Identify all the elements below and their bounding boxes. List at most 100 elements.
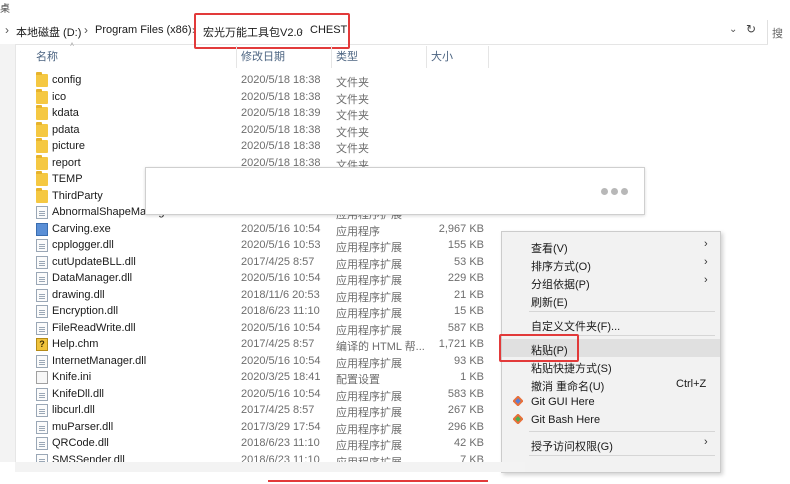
file-row[interactable]: muParser.dll 2017/3/29 17:54 应用程序扩展 296 KB	[32, 420, 490, 436]
file-type: 应用程序扩展	[336, 390, 402, 403]
file-type: 应用程序扩展	[336, 242, 402, 254]
file-row[interactable]: drawing.dll 2018/11/6 20:53 应用程序扩展 21 KB	[32, 288, 490, 304]
menu-item-view[interactable]: 查看(V) ›	[502, 237, 720, 255]
file-row[interactable]: InternetManager.dll 2020/5/16 10:54 应用程序扩展…	[32, 354, 490, 370]
file-type: 应用程序扩展	[336, 308, 402, 320]
file-row[interactable]: Encryption.dll 2018/6/23 11:10 应用程序扩展 15 KB	[32, 304, 490, 320]
menu-item-group-by[interactable]: 分组依据(P) ›	[502, 273, 720, 291]
file-row[interactable]: DataManager.dll 2020/5/16 10:54 应用程序扩展 229 …	[32, 271, 490, 287]
file-name: drawing.dll	[52, 288, 105, 301]
menu-item-git-bash[interactable]: Git Bash Here	[502, 411, 720, 429]
column-header-size[interactable]: 大小	[431, 46, 453, 68]
column-divider[interactable]	[236, 46, 237, 68]
sort-caret-icon: ˄	[70, 42, 75, 49]
menu-item-customize-folder[interactable]: 自定义文件夹(F)...	[502, 315, 720, 333]
file-date: 2020/5/18 18:38	[241, 74, 321, 86]
file-date: 2020/5/16 10:53	[241, 239, 321, 251]
folder-icon	[36, 154, 48, 170]
chevron-right-icon[interactable]: ›	[5, 23, 9, 37]
window-title-fragment: 桌	[0, 4, 10, 15]
file-name: InternetManager.dll	[52, 354, 147, 367]
breadcrumb-program-files[interactable]: Program Files (x86)	[95, 24, 192, 36]
chevron-right-icon: ›	[704, 256, 708, 268]
column-divider[interactable]	[488, 46, 489, 68]
dll-file-icon	[36, 239, 48, 252]
file-row[interactable]: QRCode.dll 2018/6/23 11:10 应用程序扩展 42 KB	[32, 436, 490, 452]
file-name: libcurl.dll	[52, 404, 95, 416]
address-bar[interactable]: › 本地磁盘 (D:) › Program Files (x86) › 宏光万能…	[0, 20, 768, 45]
file-row[interactable]: KnifeDll.dll 2020/5/16 10:54 应用程序扩展 583 KB	[32, 387, 490, 403]
dll-file-icon	[36, 420, 48, 434]
file-date: 2017/3/29 17:54	[241, 420, 321, 433]
search-box[interactable]: 搜	[767, 20, 790, 44]
file-row[interactable]: ico 2020/5/18 18:38 文件夹	[32, 88, 490, 106]
column-divider[interactable]	[426, 46, 427, 68]
menu-item-refresh[interactable]: 刷新(E)	[502, 291, 720, 309]
file-row[interactable]: pdata 2020/5/18 18:38 文件夹	[32, 121, 490, 139]
menu-item-label: 刷新(E)	[531, 297, 568, 309]
folder-icon	[36, 121, 48, 137]
column-header-name[interactable]: 名称	[36, 46, 58, 68]
dll-file-icon	[36, 404, 48, 417]
menu-item-undo-rename[interactable]: 撤消 重命名(U) Ctrl+Z	[502, 375, 720, 393]
file-type: 应用程序扩展	[336, 407, 402, 419]
menu-item-label: 粘贴快捷方式(S)	[531, 363, 612, 375]
file-name: cpplogger.dll	[52, 239, 114, 251]
menu-item-git-gui[interactable]: Git GUI Here	[502, 393, 720, 411]
file-type: 应用程序扩展	[336, 258, 402, 271]
file-name: muParser.dll	[52, 420, 114, 433]
file-name: TEMP	[52, 173, 83, 185]
menu-item-sort-by[interactable]: 排序方式(O) ›	[502, 255, 720, 273]
file-name: Knife.ini	[52, 371, 92, 383]
file-size: 155 KB	[447, 239, 484, 251]
git-gui-icon	[513, 396, 523, 406]
file-date: 2020/3/25 18:41	[241, 371, 321, 383]
file-size: 15 KB	[454, 305, 484, 317]
menu-item-give-access[interactable]: 授予访问权限(G) ›	[502, 435, 720, 453]
dll-file-icon	[36, 272, 48, 285]
menu-item-partial[interactable]	[502, 459, 720, 472]
chevron-right-icon[interactable]: ›	[84, 23, 88, 37]
horizontal-scrollbar[interactable]	[15, 462, 525, 472]
menu-item-label: Git Bash Here	[531, 414, 601, 426]
column-divider[interactable]	[331, 46, 332, 68]
file-date: 2018/6/23 11:10	[241, 305, 320, 317]
file-row[interactable]: cutUpdateBLL.dll 2017/4/25 8:57 应用程序扩展 53 K…	[32, 255, 490, 271]
file-type: 应用程序扩展	[336, 357, 402, 370]
breadcrumb-drive[interactable]: 本地磁盘 (D:)	[16, 24, 81, 40]
file-name: picture	[52, 140, 86, 152]
file-date: 2020/5/16 10:54	[241, 272, 321, 284]
column-header-date[interactable]: 修改日期	[241, 46, 285, 68]
file-row[interactable]: Carving.exe 2020/5/16 10:54 应用程序 2,967 KB	[32, 222, 490, 238]
help-file-icon: ?	[36, 338, 48, 351]
file-name: QRCode.dll	[52, 437, 109, 449]
highlight-underline	[268, 480, 488, 482]
refresh-icon[interactable]: ↻	[742, 22, 760, 40]
chevron-down-icon[interactable]: ⌄	[729, 24, 737, 35]
menu-item-label: 撤消 重命名(U)	[531, 381, 605, 393]
file-size: 42 KB	[454, 437, 484, 449]
menu-separator	[529, 431, 715, 432]
file-row[interactable]: libcurl.dll 2017/4/25 8:57 应用程序扩展 267 KB	[32, 403, 490, 419]
file-type: 文件夹	[336, 143, 369, 155]
file-date: 2020/5/18 18:38	[241, 123, 321, 136]
menu-item-label: 分组依据(P)	[531, 279, 590, 291]
chevron-right-icon: ›	[704, 274, 708, 286]
file-row[interactable]: FileReadWrite.dll 2020/5/16 10:54 应用程序扩展 58…	[32, 321, 490, 337]
file-row[interactable]: config 2020/5/18 18:38 文件夹	[32, 72, 490, 89]
file-row[interactable]: ? Help.chm 2017/4/25 8:57 编译的 HTML 帮... 1,72…	[32, 337, 490, 353]
column-header-type[interactable]: 类型	[336, 46, 358, 68]
file-date: 2018/6/23 11:10	[241, 437, 320, 449]
file-type: 应用程序扩展	[336, 275, 402, 287]
left-scrollbar[interactable]	[0, 44, 16, 462]
file-size: 587 KB	[447, 321, 484, 334]
file-size: 1 KB	[460, 371, 484, 383]
chevron-right-icon: ›	[704, 238, 708, 250]
loading-dialog	[145, 167, 645, 215]
file-row[interactable]: kdata 2020/5/18 18:39 文件夹	[32, 105, 490, 122]
file-row[interactable]: Knife.ini 2020/3/25 18:41 配置设置 1 KB	[32, 370, 490, 386]
file-name: Carving.exe	[52, 222, 111, 235]
menu-item-shortcut: Ctrl+Z	[676, 378, 707, 390]
file-row[interactable]: picture 2020/5/18 18:38 文件夹	[32, 138, 490, 155]
file-row[interactable]: cpplogger.dll 2020/5/16 10:53 应用程序扩展 155 KB	[32, 238, 490, 254]
